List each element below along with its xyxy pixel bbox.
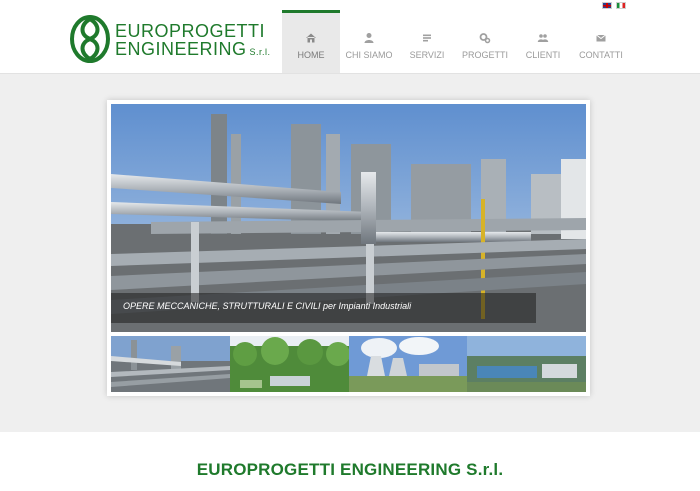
nav-clienti-label: CLIENTI <box>525 50 561 60</box>
slide-caption: OPERE MECCANICHE, STRUTTURALI E CIVILI p… <box>111 293 536 323</box>
green-forest-thumb-icon <box>229 336 349 392</box>
thumb-water-treatment[interactable] <box>467 336 586 392</box>
nav-home[interactable]: HOME <box>282 10 340 73</box>
caption-sub: per Impianti Industriali <box>323 301 412 311</box>
nav-progetti-label: PROGETTI <box>461 50 508 60</box>
envelope-icon <box>596 34 606 42</box>
caption-main: OPERE MECCANICHE, STRUTTURALI E CIVILI <box>123 301 321 311</box>
nav-clienti[interactable]: CLIENTI <box>514 10 572 73</box>
user-icon <box>364 33 374 43</box>
nav-chi-siamo[interactable]: CHI SIAMO <box>340 10 398 73</box>
industrial-plant-thumb-icon <box>111 336 230 392</box>
nav-servizi-label: SERVIZI <box>409 50 445 60</box>
thumb-industrial-plant[interactable] <box>111 336 230 392</box>
nav-contatti-label: CONTATTI <box>579 50 623 60</box>
company-logo[interactable]: EUROPROGETTI ENGINEERING S.r.l. <box>70 15 270 63</box>
logo-srl: S.r.l. <box>249 47 271 57</box>
cogs-icon <box>479 33 491 44</box>
nav-progetti[interactable]: PROGETTI <box>456 10 514 73</box>
logo-mark-icon <box>70 15 110 63</box>
power-plant-thumb-icon <box>348 336 468 392</box>
page-title: EUROPROGETTI ENGINEERING S.r.l. <box>196 460 504 479</box>
uk-flag-icon[interactable] <box>602 2 612 9</box>
list-icon <box>423 34 431 42</box>
nav-contatti[interactable]: CONTATTI <box>572 10 630 73</box>
italy-flag-icon[interactable] <box>616 2 626 9</box>
logo-text-line2-main: ENGINEERING <box>115 39 247 59</box>
image-slider: OPERE MECCANICHE, STRUTTURALI E CIVILI p… <box>107 100 590 396</box>
site-header: EUROPROGETTI ENGINEERING S.r.l. HOME CHI … <box>0 0 700 74</box>
water-treatment-thumb-icon <box>467 336 586 392</box>
thumb-power-plant[interactable] <box>348 336 468 392</box>
main-nav: HOME CHI SIAMO SERVIZI PROGETTI CLIENTI <box>282 10 630 73</box>
users-icon <box>537 34 549 42</box>
thumb-green-forest[interactable] <box>229 336 349 392</box>
language-switcher <box>602 2 626 9</box>
nav-chi-siamo-label: CHI SIAMO <box>345 50 393 60</box>
caption-text: OPERE MECCANICHE, STRUTTURALI E CIVILI p… <box>123 301 411 311</box>
nav-home-label: HOME <box>297 50 325 60</box>
nav-servizi[interactable]: SERVIZI <box>398 10 456 73</box>
logo-text-line2: ENGINEERING S.r.l. <box>115 39 271 60</box>
slider-thumbnails <box>111 336 586 392</box>
home-icon <box>306 33 316 43</box>
